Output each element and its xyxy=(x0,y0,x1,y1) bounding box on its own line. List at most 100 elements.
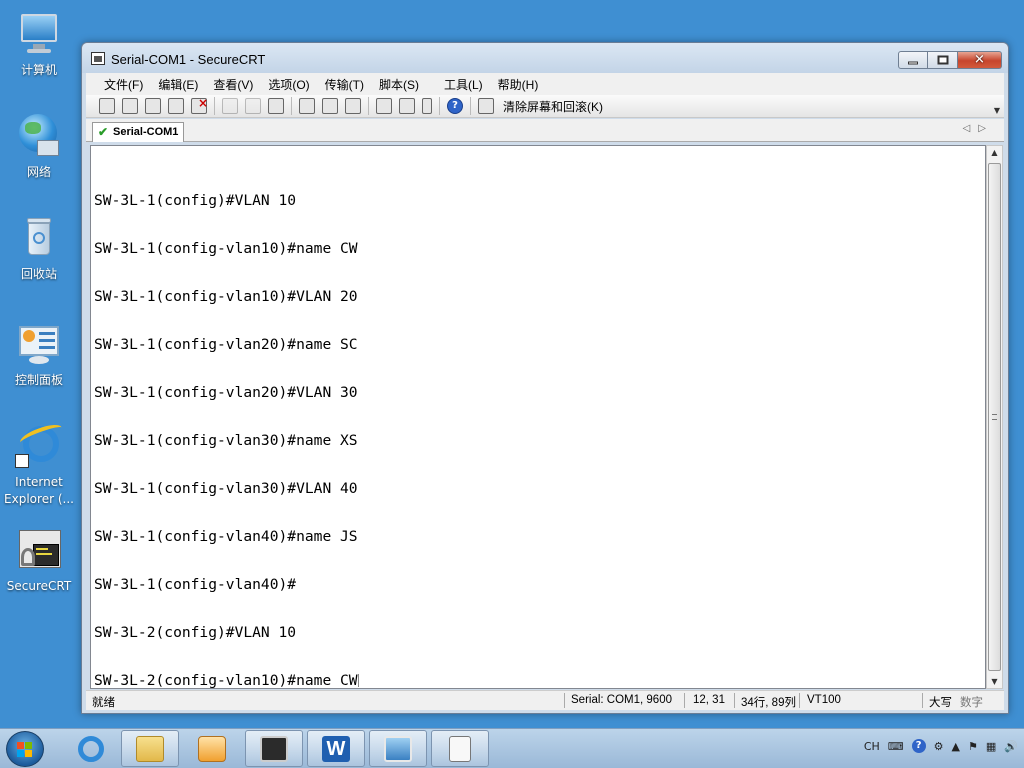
print-screen-icon[interactable] xyxy=(299,98,315,114)
vertical-scrollbar[interactable]: ▲ ▼ xyxy=(986,145,1003,689)
connect-tab-icon[interactable] xyxy=(145,98,161,114)
terminal-line: SW-3L-1(config-vlan40)#name JS xyxy=(94,528,358,545)
desktop-icon-network[interactable]: 网络 xyxy=(2,112,76,181)
taskbar-media-player[interactable] xyxy=(183,730,241,767)
title-bar[interactable]: Serial-COM1 - SecureCRT ✕ xyxy=(82,43,1008,73)
terminal-line: SW-3L-1(config-vlan20)#name SC xyxy=(94,336,358,353)
app-icon[interactable] xyxy=(91,52,105,65)
taskbar-securecrt[interactable] xyxy=(245,730,303,767)
minimize-icon xyxy=(908,61,918,65)
toolbar-overflow-icon[interactable]: ▼ xyxy=(994,106,1000,115)
help-icon[interactable]: ? xyxy=(911,739,926,753)
start-button[interactable] xyxy=(6,731,44,767)
print-icon[interactable] xyxy=(345,98,361,114)
computer-icon xyxy=(15,10,63,58)
menu-options[interactable]: 选项(O) xyxy=(268,76,309,93)
media-player-icon xyxy=(198,735,226,762)
minimize-button[interactable] xyxy=(898,51,928,69)
desktop-icon-securecrt[interactable]: SecureCRT xyxy=(2,526,76,595)
volume-icon[interactable]: 🔊 xyxy=(1004,740,1018,753)
scroll-up-icon[interactable]: ▲ xyxy=(987,148,1002,157)
toolbar: ? 清除屏幕和回滚(K) ▼ xyxy=(86,95,1004,118)
toolbar-separator xyxy=(214,97,215,115)
tray-settings-icon[interactable]: ⚙ xyxy=(934,740,944,753)
securecrt-icon xyxy=(15,526,63,574)
desktop-icon-computer[interactable]: 计算机 xyxy=(2,10,76,79)
taskbar-internet-explorer[interactable] xyxy=(62,730,120,767)
connected-check-icon: ✔ xyxy=(98,125,109,139)
menu-bar: 文件(F) 编辑(E) 查看(V) 选项(O) 传输(T) 脚本(S) 工具(L… xyxy=(86,73,1004,95)
connect-icon[interactable] xyxy=(99,98,115,114)
terminal-line: SW-3L-2(config-vlan10)#name CW xyxy=(94,672,358,689)
keyboard-icon[interactable]: ⌨ xyxy=(888,740,904,753)
language-indicator[interactable]: CH xyxy=(864,740,880,753)
taskbar-explorer[interactable] xyxy=(121,730,179,767)
terminal-line: SW-3L-1(config-vlan20)#VLAN 30 xyxy=(94,384,358,401)
internet-explorer-icon xyxy=(15,420,65,470)
writer-icon: W xyxy=(322,735,350,762)
keymap-icon[interactable] xyxy=(422,98,432,114)
control-panel-icon xyxy=(15,320,63,368)
terminal-output[interactable]: SW-3L-1(config)#VLAN 10 SW-3L-1(config-v… xyxy=(90,145,986,689)
clear-screen-button[interactable]: 清除屏幕和回滚(K) xyxy=(503,98,603,115)
scroll-grip-icon xyxy=(992,414,997,420)
status-divider xyxy=(799,693,800,708)
session-options-icon[interactable] xyxy=(376,98,392,114)
status-divider xyxy=(564,693,565,708)
toolbar-separator xyxy=(291,97,292,115)
taskbar-document[interactable] xyxy=(431,730,489,767)
window-title: Serial-COM1 - SecureCRT xyxy=(111,52,266,67)
maximize-button[interactable] xyxy=(928,51,958,69)
status-bar: 就绪 Serial: COM1, 9600 12, 31 34行, 89列 VT… xyxy=(86,690,1004,710)
show-hidden-icons-icon[interactable]: ▲ xyxy=(952,740,960,753)
status-divider xyxy=(922,693,923,708)
network-tray-icon[interactable]: ▦ xyxy=(986,740,996,753)
help-icon[interactable]: ? xyxy=(447,98,463,114)
global-options-icon[interactable] xyxy=(399,98,415,114)
copy-icon[interactable] xyxy=(222,98,238,114)
clear-screen-icon[interactable] xyxy=(478,98,494,114)
recycle-bin-icon xyxy=(15,214,63,262)
desktop-icon-internet-explorer[interactable]: Internet Explorer (... xyxy=(2,420,76,508)
terminal-line: SW-3L-2(config)#VLAN 10 xyxy=(94,624,297,641)
action-center-flag-icon[interactable]: ⚑ xyxy=(968,740,978,753)
toolbar-separator xyxy=(439,97,440,115)
desktop-icon-recycle-bin[interactable]: 回收站 xyxy=(2,214,76,283)
securecrt-icon xyxy=(260,735,288,762)
find-icon[interactable] xyxy=(268,98,284,114)
status-num-lock: 数字 xyxy=(960,697,983,709)
menu-file[interactable]: 文件(F) xyxy=(104,76,143,93)
tab-serial-com1[interactable]: ✔ Serial-COM1 xyxy=(92,122,184,142)
print-selection-icon[interactable] xyxy=(322,98,338,114)
folder-icon xyxy=(136,735,164,762)
terminal-line: SW-3L-1(config-vlan40)# xyxy=(94,576,297,593)
desktop-icon-control-panel[interactable]: 控制面板 xyxy=(2,320,76,389)
paste-icon[interactable] xyxy=(245,98,261,114)
toolbar-separator xyxy=(470,97,471,115)
window-controls: ✕ xyxy=(898,51,1002,69)
status-terminal-size: 34行, 89列 xyxy=(741,697,796,709)
network-icon xyxy=(15,112,63,160)
status-divider xyxy=(684,693,685,708)
taskbar-wps-writer[interactable]: W xyxy=(307,730,365,767)
document-icon xyxy=(449,735,471,762)
tab-label: Serial-COM1 xyxy=(113,126,179,138)
scroll-down-icon[interactable]: ▼ xyxy=(987,677,1002,686)
disconnect-icon[interactable] xyxy=(191,96,208,114)
menu-transfer[interactable]: 传输(T) xyxy=(325,76,364,93)
close-button[interactable]: ✕ xyxy=(958,51,1002,69)
menu-help[interactable]: 帮助(H) xyxy=(498,76,539,93)
picture-viewer-icon xyxy=(384,735,412,762)
menu-view[interactable]: 查看(V) xyxy=(213,76,253,93)
reconnect-icon[interactable] xyxy=(168,98,184,114)
scroll-thumb[interactable] xyxy=(988,163,1001,671)
menu-edit[interactable]: 编辑(E) xyxy=(158,76,198,93)
taskbar-picture-viewer[interactable] xyxy=(369,730,427,767)
menu-tools[interactable]: 工具(L) xyxy=(444,76,483,93)
internet-explorer-icon xyxy=(78,735,104,762)
menu-script[interactable]: 脚本(S) xyxy=(379,76,419,93)
terminal-line: SW-3L-1(config-vlan10)#name CW xyxy=(94,240,358,257)
status-serial: Serial: COM1, 9600 xyxy=(571,694,672,706)
quick-connect-icon[interactable] xyxy=(122,98,138,114)
tab-scroll-arrows[interactable]: ◁▷ xyxy=(963,123,994,134)
